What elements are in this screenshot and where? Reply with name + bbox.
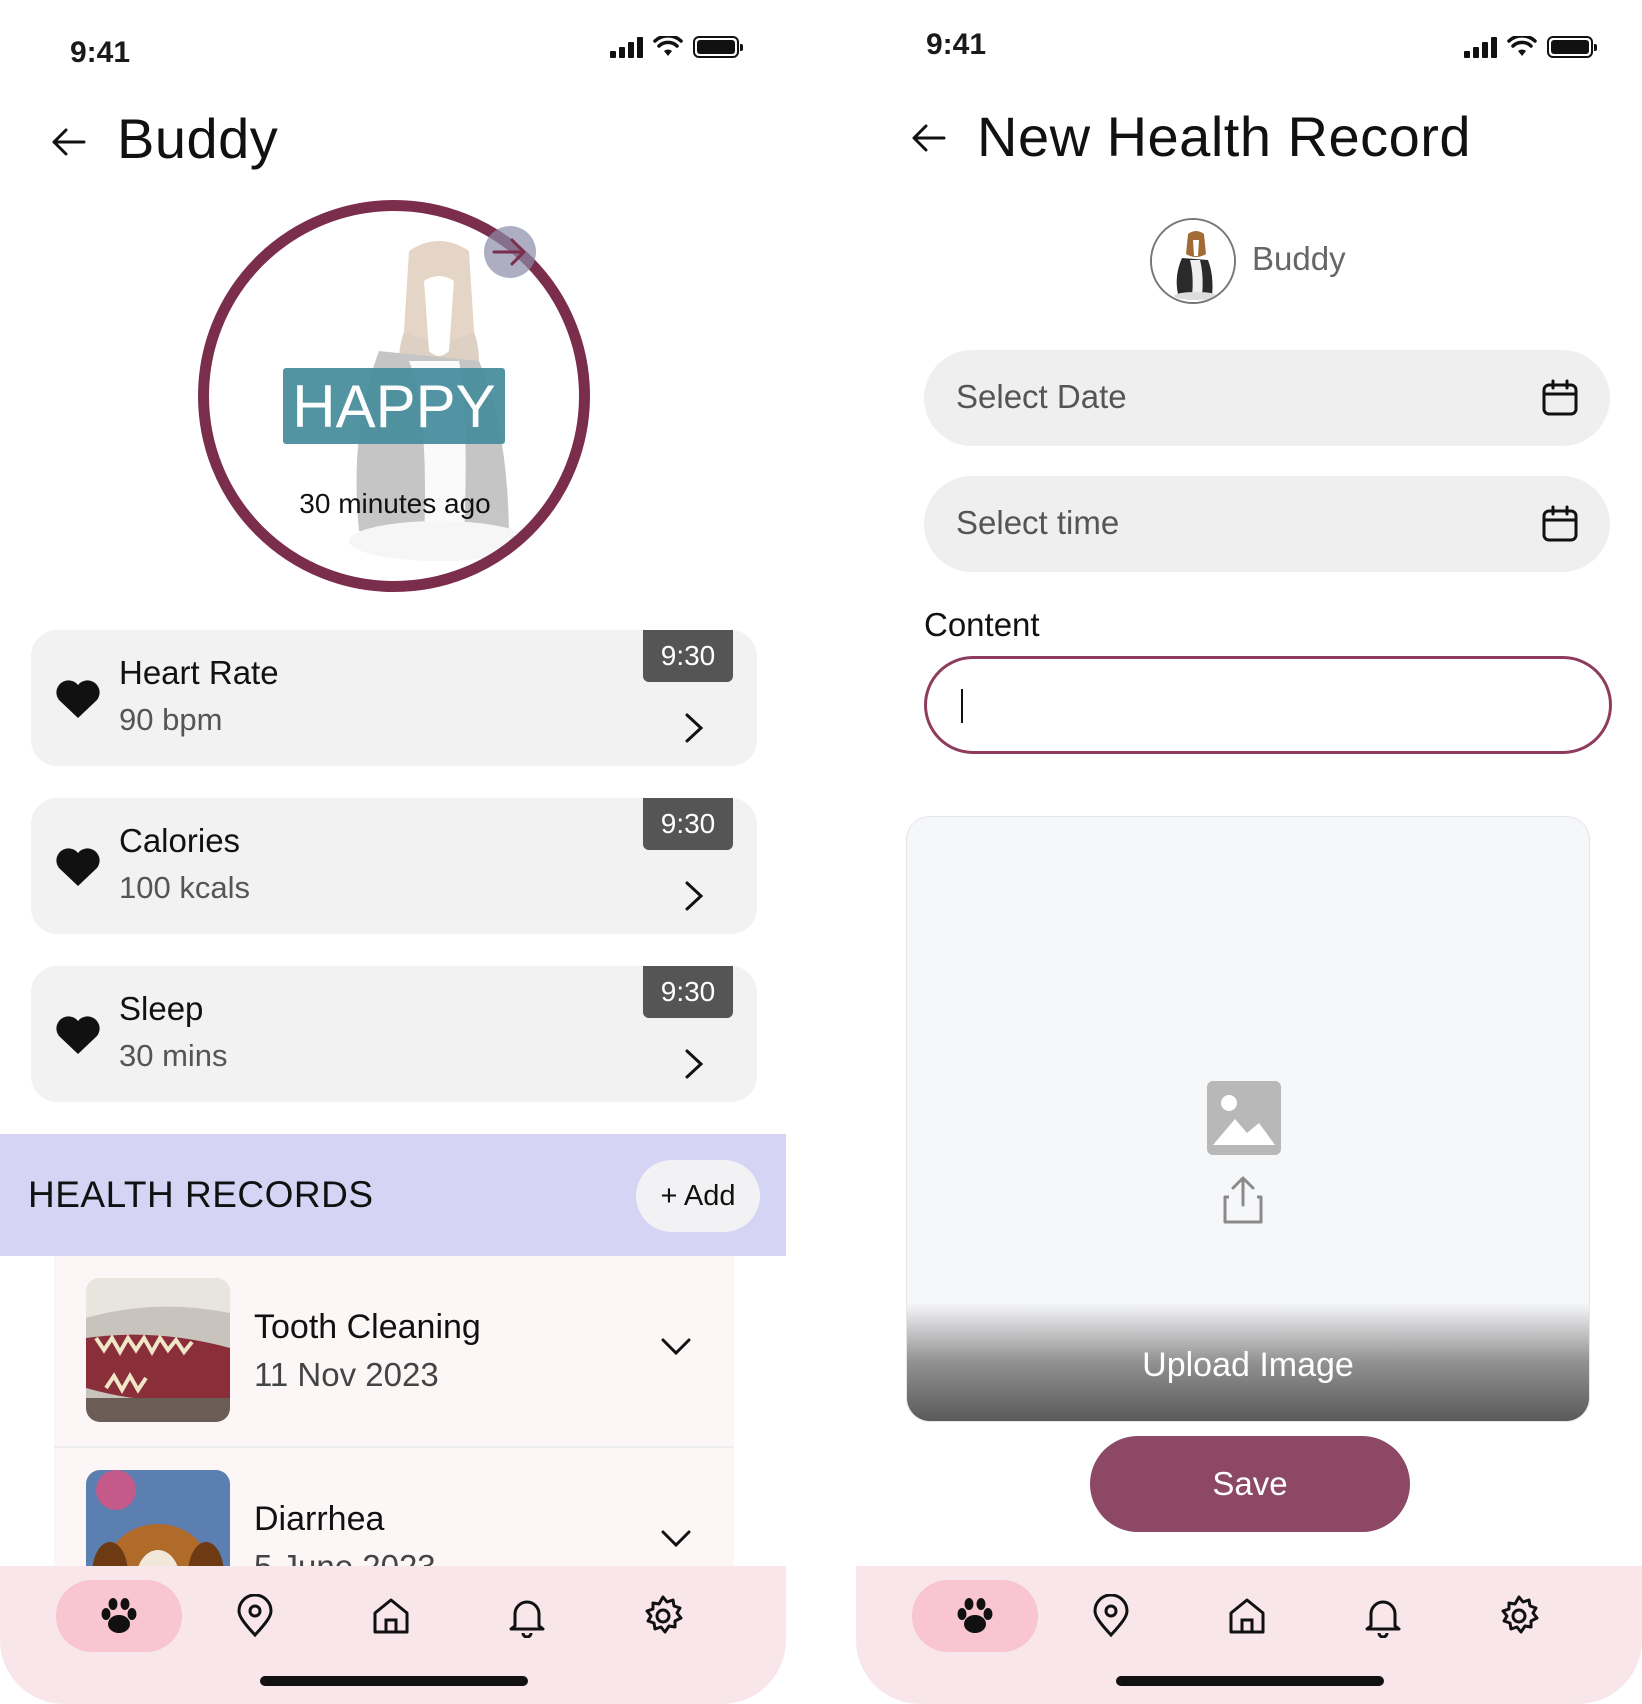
metric-label: Calories bbox=[119, 822, 241, 859]
nav-paw[interactable] bbox=[912, 1580, 1038, 1652]
bottom-nav bbox=[856, 1566, 1642, 1704]
heart-icon bbox=[56, 1016, 100, 1054]
chevron-right-icon bbox=[685, 881, 704, 911]
heart-icon bbox=[56, 848, 100, 886]
metric-label: Sleep bbox=[119, 990, 204, 1027]
wifi-icon bbox=[653, 36, 683, 56]
status-time: 9:41 bbox=[70, 36, 131, 69]
signal-icon bbox=[1464, 36, 1497, 58]
nav-notifications[interactable] bbox=[464, 1580, 590, 1652]
image-placeholder-icon bbox=[1207, 1081, 1281, 1155]
location-pin-icon bbox=[237, 1594, 273, 1638]
time-field[interactable]: Select time bbox=[924, 476, 1610, 572]
metric-value: 90 bpm bbox=[119, 702, 223, 737]
back-arrow-icon[interactable] bbox=[48, 122, 88, 162]
heart-icon bbox=[56, 680, 100, 718]
mood-time-ago: 30 minutes ago bbox=[299, 488, 491, 519]
content-input[interactable] bbox=[924, 656, 1612, 754]
home-indicator bbox=[1116, 1676, 1384, 1686]
nav-home[interactable] bbox=[328, 1580, 454, 1652]
bottom-nav bbox=[0, 1566, 786, 1704]
pet-name: Buddy bbox=[1252, 240, 1346, 277]
upload-image-label: Upload Image bbox=[1142, 1346, 1354, 1384]
status-icons bbox=[610, 36, 743, 58]
status-time: 9:41 bbox=[926, 28, 987, 61]
metric-label: Heart Rate bbox=[119, 654, 279, 691]
metric-card-calories[interactable]: Calories 100 kcals 9:30 bbox=[31, 798, 757, 934]
pet-detail-screen: 9:41 Buddy HAPPY 30 minutes ago Heart Ra… bbox=[0, 0, 786, 1704]
health-records-header: HEALTH RECORDS + Add bbox=[0, 1134, 786, 1256]
record-item-tooth-cleaning[interactable]: Tooth Cleaning 11 Nov 2023 bbox=[54, 1256, 734, 1448]
save-button[interactable]: Save bbox=[1090, 1436, 1410, 1532]
mood-badge: HAPPY bbox=[283, 368, 505, 444]
paw-icon bbox=[957, 1598, 993, 1633]
status-icons bbox=[1464, 36, 1597, 58]
home-icon bbox=[373, 1598, 409, 1634]
chevron-down-icon[interactable] bbox=[660, 1528, 692, 1550]
gear-icon bbox=[1501, 1595, 1539, 1634]
metric-card-heart-rate[interactable]: Heart Rate 90 bpm 9:30 bbox=[31, 630, 757, 766]
nav-settings[interactable] bbox=[1456, 1580, 1582, 1652]
nav-home[interactable] bbox=[1184, 1580, 1310, 1652]
metric-card-sleep[interactable]: Sleep 30 mins 9:30 bbox=[31, 966, 757, 1102]
metric-time-badge: 9:30 bbox=[643, 798, 733, 850]
nav-location[interactable] bbox=[1048, 1580, 1174, 1652]
new-health-record-screen: 9:41 New Health Record Buddy Select Date… bbox=[856, 0, 1642, 1704]
chevron-right-icon bbox=[685, 1049, 704, 1079]
calendar-icon bbox=[1542, 379, 1578, 416]
upload-icon bbox=[1223, 1176, 1263, 1224]
metric-time-badge: 9:30 bbox=[643, 966, 733, 1018]
text-caret bbox=[961, 689, 963, 723]
gear-icon bbox=[645, 1595, 683, 1634]
record-date: 11 Nov 2023 bbox=[254, 1356, 439, 1393]
date-field[interactable]: Select Date bbox=[924, 350, 1610, 446]
nav-notifications[interactable] bbox=[1320, 1580, 1446, 1652]
add-record-button[interactable]: + Add bbox=[636, 1160, 760, 1232]
mood-next-button[interactable] bbox=[484, 226, 536, 278]
nav-paw[interactable] bbox=[56, 1580, 182, 1652]
avatar bbox=[1150, 218, 1236, 304]
upload-image-area[interactable]: Upload Image bbox=[906, 816, 1590, 1422]
health-records-title: HEALTH RECORDS bbox=[28, 1174, 374, 1215]
record-name: Diarrhea bbox=[254, 1500, 385, 1538]
record-name: Tooth Cleaning bbox=[254, 1308, 481, 1346]
content-label: Content bbox=[924, 606, 1040, 643]
bell-icon bbox=[1365, 1600, 1401, 1638]
nav-settings[interactable] bbox=[600, 1580, 726, 1652]
metric-time-badge: 9:30 bbox=[643, 630, 733, 682]
back-arrow-icon[interactable] bbox=[908, 118, 948, 158]
home-indicator bbox=[260, 1676, 528, 1686]
home-icon bbox=[1229, 1598, 1265, 1634]
dog-photo-icon bbox=[1152, 220, 1234, 302]
chevron-down-icon[interactable] bbox=[660, 1336, 692, 1358]
teeth-photo-icon bbox=[86, 1278, 230, 1422]
page-title: Buddy bbox=[117, 107, 279, 170]
paw-icon bbox=[101, 1598, 137, 1633]
arrow-right-icon bbox=[492, 238, 526, 266]
time-field-placeholder: Select time bbox=[956, 504, 1120, 541]
bell-icon bbox=[509, 1600, 545, 1638]
date-field-placeholder: Select Date bbox=[956, 378, 1127, 415]
wifi-icon bbox=[1507, 36, 1537, 56]
signal-icon bbox=[610, 36, 643, 58]
metric-value: 30 mins bbox=[119, 1038, 228, 1073]
battery-icon bbox=[693, 36, 743, 58]
calendar-icon bbox=[1542, 505, 1578, 542]
battery-icon bbox=[1547, 36, 1597, 58]
location-pin-icon bbox=[1093, 1594, 1129, 1638]
record-thumbnail bbox=[86, 1278, 230, 1422]
nav-location[interactable] bbox=[192, 1580, 318, 1652]
page-title: New Health Record bbox=[977, 105, 1472, 168]
chevron-right-icon bbox=[685, 713, 704, 743]
metric-value: 100 kcals bbox=[119, 870, 250, 905]
